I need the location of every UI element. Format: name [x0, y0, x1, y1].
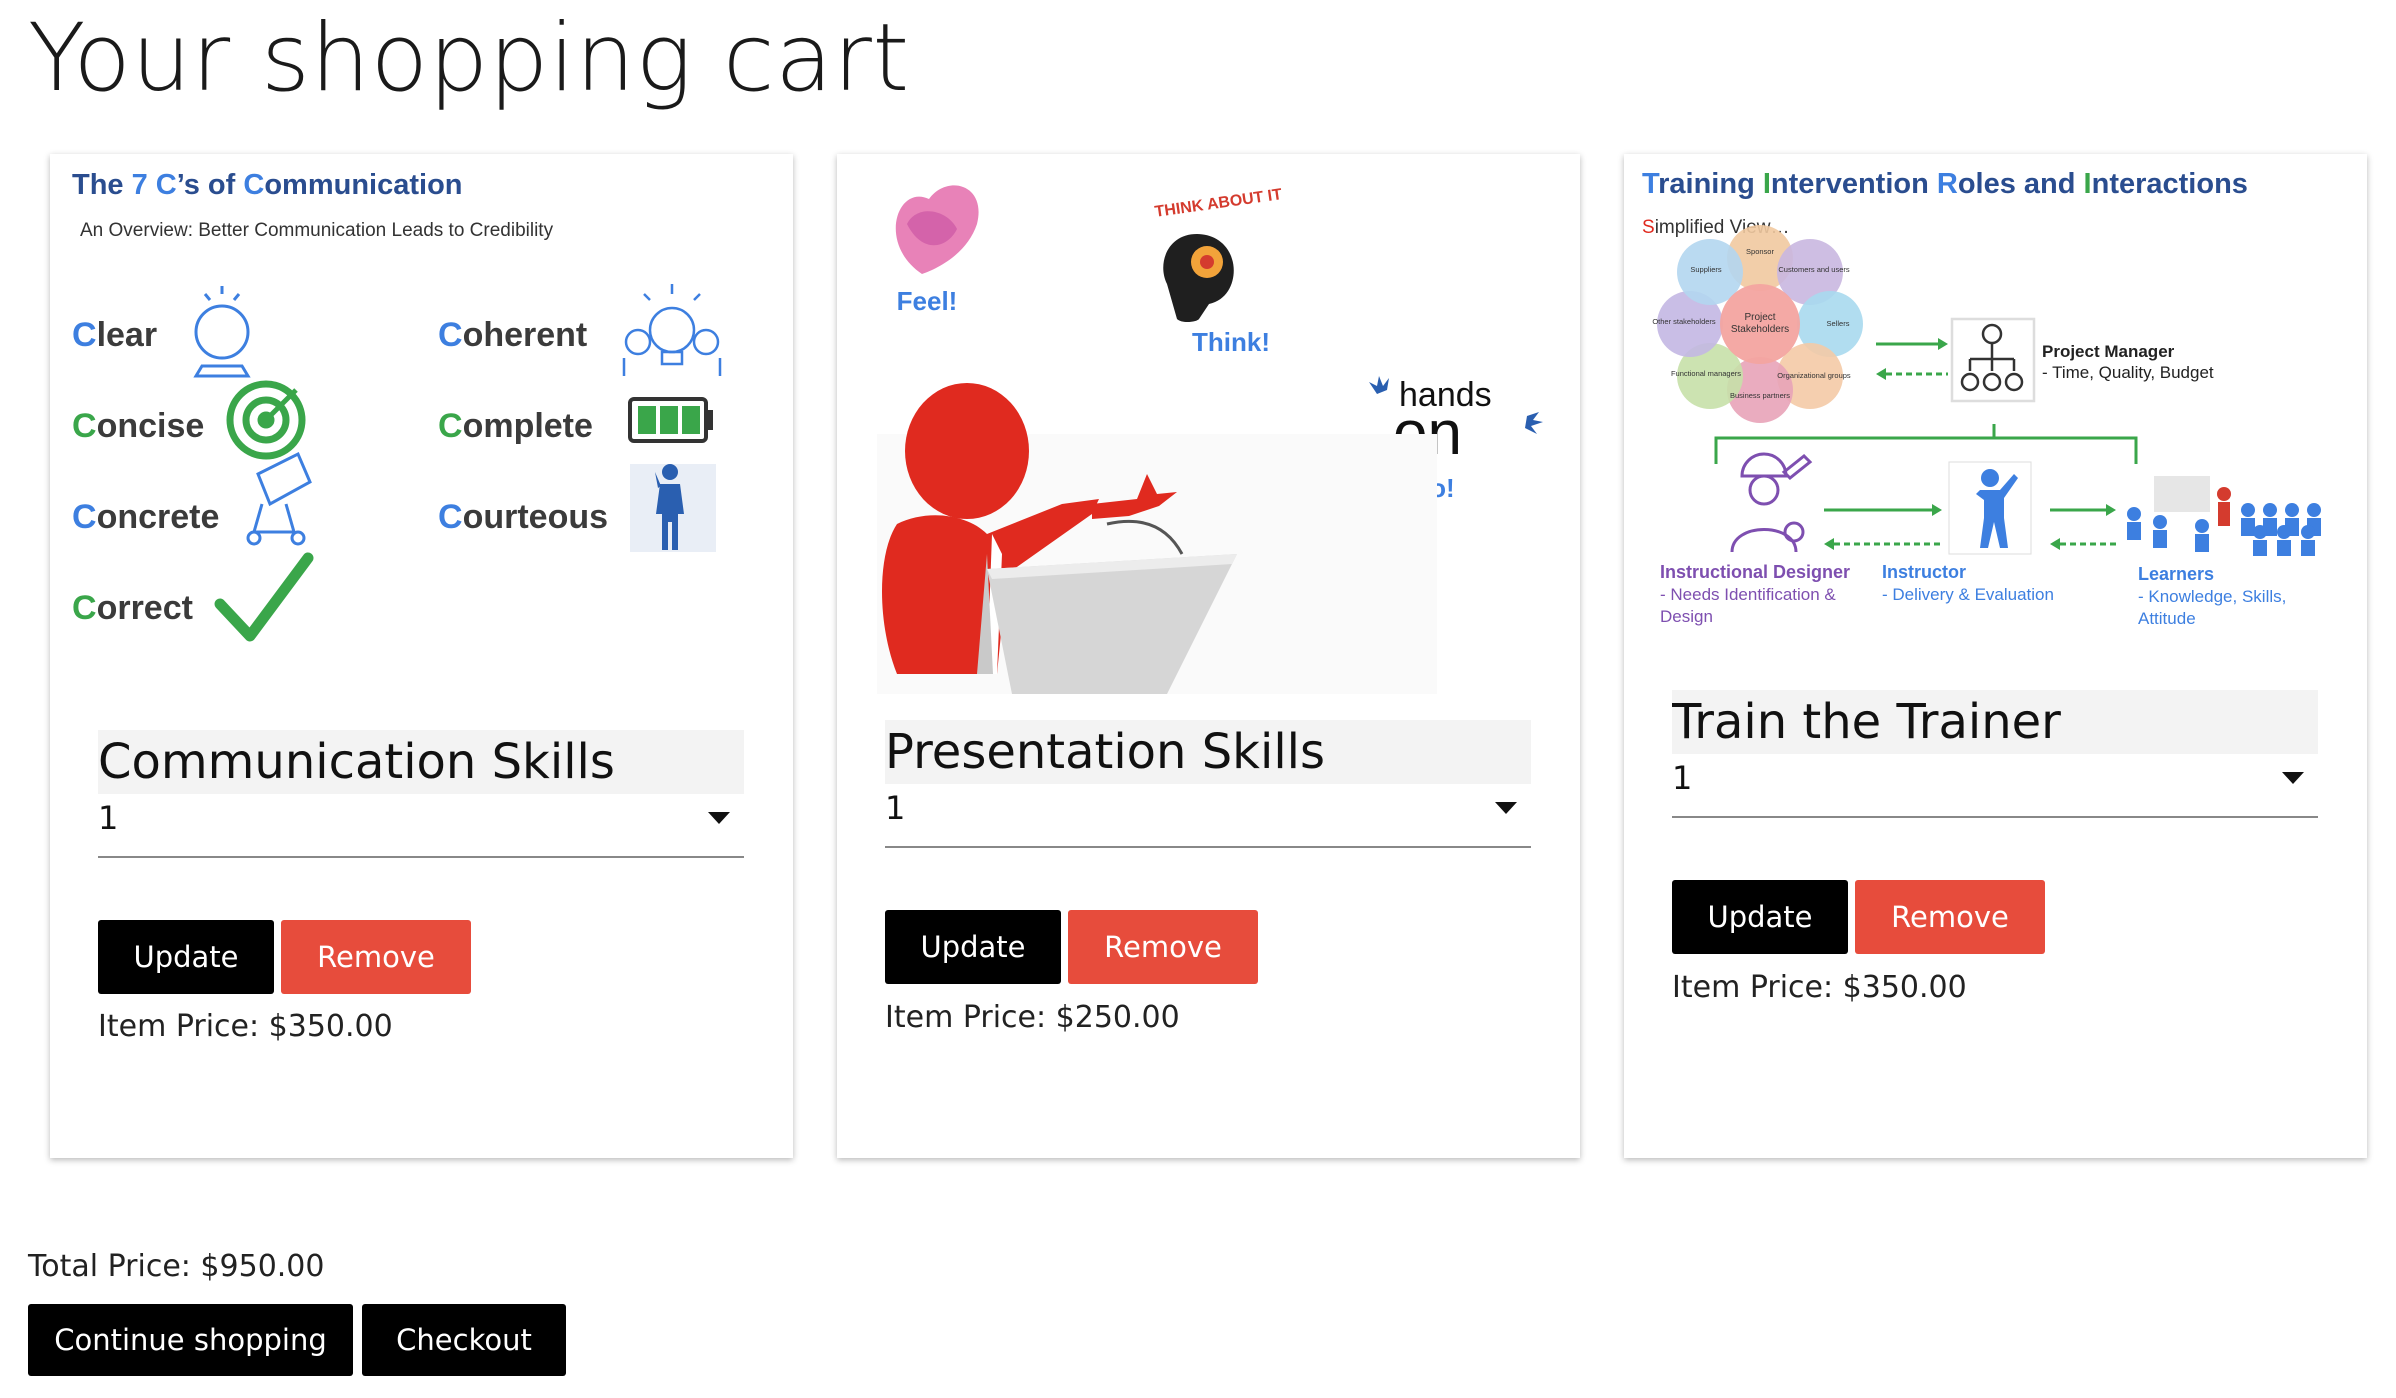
quantity-value: 1: [885, 789, 906, 827]
chevron-down-icon: [2282, 772, 2304, 784]
item-price: Item Price: $350.00: [1672, 970, 1967, 1005]
course-image-7cs[interactable]: The 7 C’s of Communication An Overview: …: [50, 154, 793, 694]
red-presenter-figure: [877, 383, 1437, 694]
checkout-button[interactable]: Checkout: [362, 1304, 566, 1376]
update-button[interactable]: Update: [1672, 880, 1848, 954]
svg-text:Customers and users: Customers and users: [1778, 265, 1850, 274]
battery-icon: [628, 397, 713, 443]
page-title: Your shopping cart: [28, 4, 910, 113]
thinking-head-icon: THINK ABOUT IT: [1154, 186, 1284, 323]
quantity-select[interactable]: 1: [1672, 740, 2318, 818]
svg-text:Business partners: Business partners: [1730, 391, 1790, 400]
svg-text:Instructional Designer: Instructional Designer: [1660, 562, 1850, 582]
chevron-down-icon: [708, 812, 730, 824]
svg-text:Clear: Clear: [72, 316, 157, 354]
svg-text:Project Manager: Project Manager: [2042, 342, 2175, 361]
svg-text:- Knowledge, Skills,: - Knowledge, Skills,: [2138, 587, 2286, 606]
svg-text:Training Intervention Roles an: Training Intervention Roles and Interact…: [1642, 168, 2248, 200]
cart-item-train-the-trainer: Training Intervention Roles and Interact…: [1624, 154, 2367, 1158]
chevron-down-icon: [1495, 802, 1517, 814]
target-icon: [226, 380, 306, 460]
svg-text:- Needs Identification &: - Needs Identification &: [1660, 585, 1836, 604]
svg-text:Sponsor: Sponsor: [1746, 247, 1774, 256]
svg-text:Courteous: Courteous: [438, 498, 608, 536]
item-price: Item Price: $250.00: [885, 1000, 1180, 1035]
remove-button[interactable]: Remove: [1068, 910, 1258, 984]
svg-text:Feel!: Feel!: [897, 286, 958, 316]
quantity-select[interactable]: 1: [885, 770, 1531, 848]
svg-text:Suppliers: Suppliers: [1690, 265, 1722, 274]
remove-button[interactable]: Remove: [281, 920, 471, 994]
continue-shopping-button[interactable]: Continue shopping: [28, 1304, 353, 1376]
total-price: Total Price: $950.00: [28, 1249, 325, 1284]
svg-text:Instructor: Instructor: [1882, 562, 1966, 582]
course-image-training-roles[interactable]: Training Intervention Roles and Interact…: [1624, 154, 2367, 694]
checkmark-icon: [214, 552, 314, 642]
courteous-person-icon: [630, 464, 716, 552]
update-button[interactable]: Update: [98, 920, 274, 994]
org-chart-icon: [1950, 317, 2036, 403]
svg-text:Project: Project: [1744, 312, 1775, 323]
svg-text:Other stakeholders: Other stakeholders: [1652, 317, 1716, 326]
svg-text:Think!: Think!: [1192, 327, 1270, 357]
quantity-value: 1: [1672, 759, 1693, 797]
svg-text:Attitude: Attitude: [2138, 609, 2196, 628]
svg-text:Concrete: Concrete: [72, 498, 219, 536]
svg-text:Stakeholders: Stakeholders: [1731, 324, 1789, 335]
course-image-presentation[interactable]: Feel! THINK ABOUT IT Think! hands on Do!: [837, 154, 1580, 694]
svg-text:Concise: Concise: [72, 407, 204, 445]
svg-text:Coherent: Coherent: [438, 316, 587, 354]
update-button[interactable]: Update: [885, 910, 1061, 984]
svg-text:Functional managers: Functional managers: [1671, 369, 1741, 378]
remove-button[interactable]: Remove: [1855, 880, 2045, 954]
svg-text:Learners: Learners: [2138, 564, 2214, 584]
svg-text:- Delivery & Evaluation: - Delivery & Evaluation: [1882, 585, 2054, 604]
svg-text:An Overview: Better Communicat: An Overview: Better Communication Leads …: [80, 220, 554, 241]
learners-classroom-icon: [2127, 476, 2321, 556]
instructional-designer-icon: [1730, 452, 1813, 553]
concrete-mixer-icon: [246, 451, 312, 546]
svg-text:Sellers: Sellers: [1827, 319, 1850, 328]
svg-text:Design: Design: [1660, 607, 1713, 626]
svg-text:Correct: Correct: [72, 589, 193, 627]
svg-text:Complete: Complete: [438, 407, 593, 445]
stakeholders-diagram: Sponsor Customers and users Sellers Orga…: [1652, 225, 1863, 423]
svg-text:THINK ABOUT IT: THINK ABOUT IT: [1154, 186, 1284, 221]
lightbulbs-icon: [622, 284, 722, 376]
svg-text:Organizational groups: Organizational groups: [1777, 371, 1851, 380]
instructor-icon: [1948, 461, 2032, 555]
svg-text:- Time, Quality, Budget: - Time, Quality, Budget: [2042, 363, 2214, 382]
cart-item-communication-skills: The 7 C’s of Communication An Overview: …: [50, 154, 793, 1158]
crystal-ball-icon: [193, 286, 251, 378]
quantity-value: 1: [98, 799, 119, 837]
svg-text:The 7 C’s of Communication: The 7 C’s of Communication: [72, 169, 463, 201]
item-price: Item Price: $350.00: [98, 1009, 393, 1044]
quantity-select[interactable]: 1: [98, 780, 744, 858]
cart-item-presentation-skills: Feel! THINK ABOUT IT Think! hands on Do!: [837, 154, 1580, 1158]
